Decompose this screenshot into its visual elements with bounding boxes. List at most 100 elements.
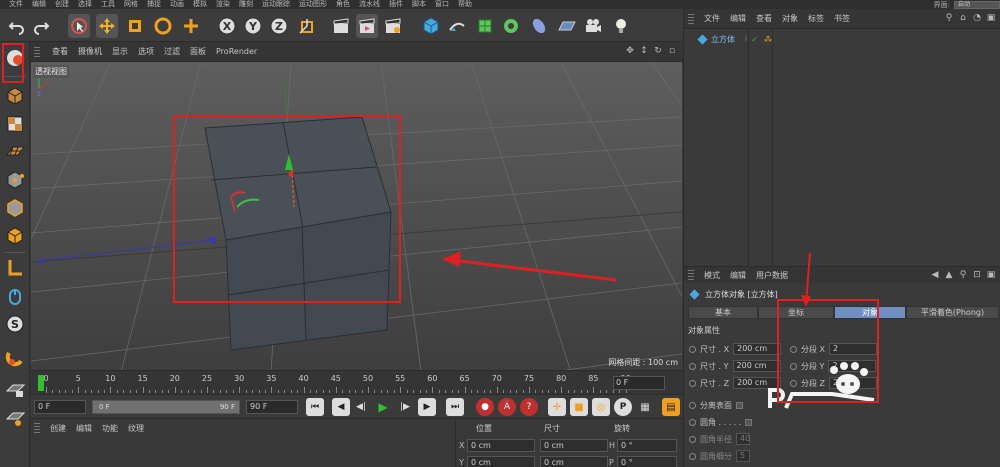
om-menu-view[interactable]: 查看 [756, 13, 772, 24]
subdivision-surface-button[interactable] [474, 14, 496, 38]
go-to-end-button[interactable]: ⏭ [446, 398, 464, 416]
prev-frame-button[interactable]: ◀| [352, 398, 370, 416]
workplane-mode-button[interactable] [3, 140, 27, 164]
redo-button[interactable] [30, 14, 52, 38]
menu-window[interactable]: 窗口 [435, 0, 449, 9]
om-menu-tags[interactable]: 标签 [808, 13, 824, 24]
coordinate-system-button[interactable] [296, 14, 318, 38]
menu-mograph[interactable]: 运动图形 [299, 0, 327, 9]
viewport-menu-display[interactable]: 显示 [112, 46, 128, 57]
x-axis-lock-button[interactable]: X [216, 14, 238, 38]
animate-radio-icon[interactable] [689, 362, 696, 370]
fillet-radius-field[interactable]: 40 [736, 433, 750, 445]
tweak-mode-button[interactable] [3, 284, 27, 308]
timeline-button[interactable]: ▤ [662, 398, 680, 416]
key-position-button[interactable]: ✛ [548, 398, 566, 416]
animate-radio-icon[interactable] [689, 452, 696, 460]
am-menu-edit[interactable]: 编辑 [730, 270, 746, 281]
om-menu-edit[interactable]: 编辑 [730, 13, 746, 24]
timeline-ruler[interactable]: 051015202530354045505560657075808590 0 F [30, 370, 683, 394]
record-button[interactable]: ● [476, 398, 494, 416]
frame-range-slider[interactable]: 0 F 90 F [92, 400, 240, 414]
animate-radio-icon[interactable] [689, 418, 696, 426]
current-frame-field[interactable]: 0 F [613, 376, 665, 390]
om-menu-bookmarks[interactable]: 书签 [834, 13, 850, 24]
start-frame-field[interactable]: 0 F [34, 400, 86, 414]
rotation-p-field[interactable]: 0 ° [617, 456, 677, 467]
floor-button[interactable] [556, 14, 578, 38]
search-icon[interactable]: ⚲ [958, 270, 968, 280]
viewport-menu-view[interactable]: 查看 [52, 46, 68, 57]
render-picture-viewer-button[interactable] [356, 14, 378, 38]
rotate-tool-button[interactable] [152, 14, 174, 38]
animate-radio-icon[interactable] [689, 401, 696, 409]
tab-basic[interactable]: 基本 [688, 306, 758, 319]
end-frame-field[interactable]: 90 F [246, 400, 298, 414]
size-x-field[interactable]: 0 cm [540, 439, 608, 452]
camera-button[interactable] [582, 14, 604, 38]
filter-icon[interactable]: ◔ [972, 13, 982, 23]
om-menu-object[interactable]: 对象 [782, 13, 798, 24]
cube-object-button[interactable] [420, 14, 442, 38]
phong-tag-icon[interactable]: ⁂ [764, 35, 772, 44]
menu-tools[interactable]: 工具 [101, 0, 115, 9]
pan-icon[interactable]: ✥ [625, 46, 635, 56]
size-y-field[interactable]: 0 cm [540, 456, 608, 467]
axis-mode-button[interactable] [3, 256, 27, 280]
material-menu-texture[interactable]: 纹理 [128, 423, 144, 434]
next-key-button[interactable]: ▶ [418, 398, 436, 416]
menu-help[interactable]: 帮助 [458, 0, 472, 9]
menu-edit[interactable]: 编辑 [32, 0, 46, 9]
separate-surfaces-checkbox[interactable] [736, 401, 743, 409]
object-row-cube[interactable]: 立方体 ⁝ ✓ ⁂ [684, 31, 1000, 47]
go-to-start-button[interactable]: ⏮ [306, 398, 324, 416]
texture-mode-button[interactable] [3, 112, 27, 136]
y-axis-lock-button[interactable]: Y [242, 14, 264, 38]
scale-tool-button[interactable] [124, 14, 146, 38]
menu-character[interactable]: 角色 [336, 0, 350, 9]
fillet-checkbox[interactable] [745, 418, 753, 426]
magnet-button[interactable] [3, 346, 27, 370]
animate-radio-icon[interactable] [689, 435, 696, 443]
key-scale-button[interactable]: ■ [570, 398, 588, 416]
cloner-button[interactable] [500, 14, 522, 38]
animate-radio-icon[interactable] [689, 379, 696, 387]
menu-mesh[interactable]: 网格 [124, 0, 138, 9]
undo-button[interactable] [6, 14, 28, 38]
menu-motion-tracking[interactable]: 运动跟踪 [262, 0, 290, 9]
lock-icon[interactable]: ⊡ [972, 270, 982, 280]
panel-grip-icon[interactable] [34, 46, 40, 57]
visibility-dots-icon[interactable]: ⁝ [745, 35, 747, 43]
new-window-icon[interactable]: ▣ [986, 13, 996, 23]
menu-animate[interactable]: 动画 [170, 0, 184, 9]
model-mode-button[interactable] [3, 84, 27, 108]
live-selection-button[interactable] [68, 14, 90, 38]
edges-mode-button[interactable] [3, 196, 27, 220]
menu-pipeline[interactable]: 流水线 [359, 0, 380, 9]
search-icon[interactable]: ⚲ [944, 13, 954, 23]
enabled-check-icon[interactable]: ✓ [751, 35, 758, 44]
deformer-button[interactable] [528, 14, 550, 38]
autokey-button[interactable]: A [498, 398, 516, 416]
back-arrow-icon[interactable]: ◀ [930, 270, 940, 280]
viewport-menu-camera[interactable]: 摄像机 [78, 46, 102, 57]
size-x-field[interactable]: 200 cm [733, 343, 782, 355]
recent-tool-button[interactable] [180, 14, 202, 38]
prev-key-button[interactable]: ◀ [332, 398, 350, 416]
material-menu-function[interactable]: 功能 [102, 423, 118, 434]
new-window-icon[interactable]: ▣ [986, 270, 996, 280]
render-settings-button[interactable] [382, 14, 404, 38]
viewport-menu-filter[interactable]: 过滤 [164, 46, 180, 57]
layout-dropdown[interactable]: 启动 [954, 0, 1000, 9]
material-menu-edit[interactable]: 编辑 [76, 423, 92, 434]
play-button[interactable]: ▶ [374, 398, 392, 416]
menu-render[interactable]: 渲染 [216, 0, 230, 9]
am-menu-mode[interactable]: 模式 [704, 270, 720, 281]
object-name[interactable]: 立方体 [711, 34, 735, 45]
menu-create[interactable]: 创建 [55, 0, 69, 9]
position-x-field[interactable]: 0 cm [467, 439, 535, 452]
polygons-mode-button[interactable] [3, 224, 27, 248]
viewport-menu-panel[interactable]: 面板 [190, 46, 206, 57]
next-frame-button[interactable]: |▶ [396, 398, 414, 416]
dolly-icon[interactable]: ↕ [639, 46, 649, 56]
